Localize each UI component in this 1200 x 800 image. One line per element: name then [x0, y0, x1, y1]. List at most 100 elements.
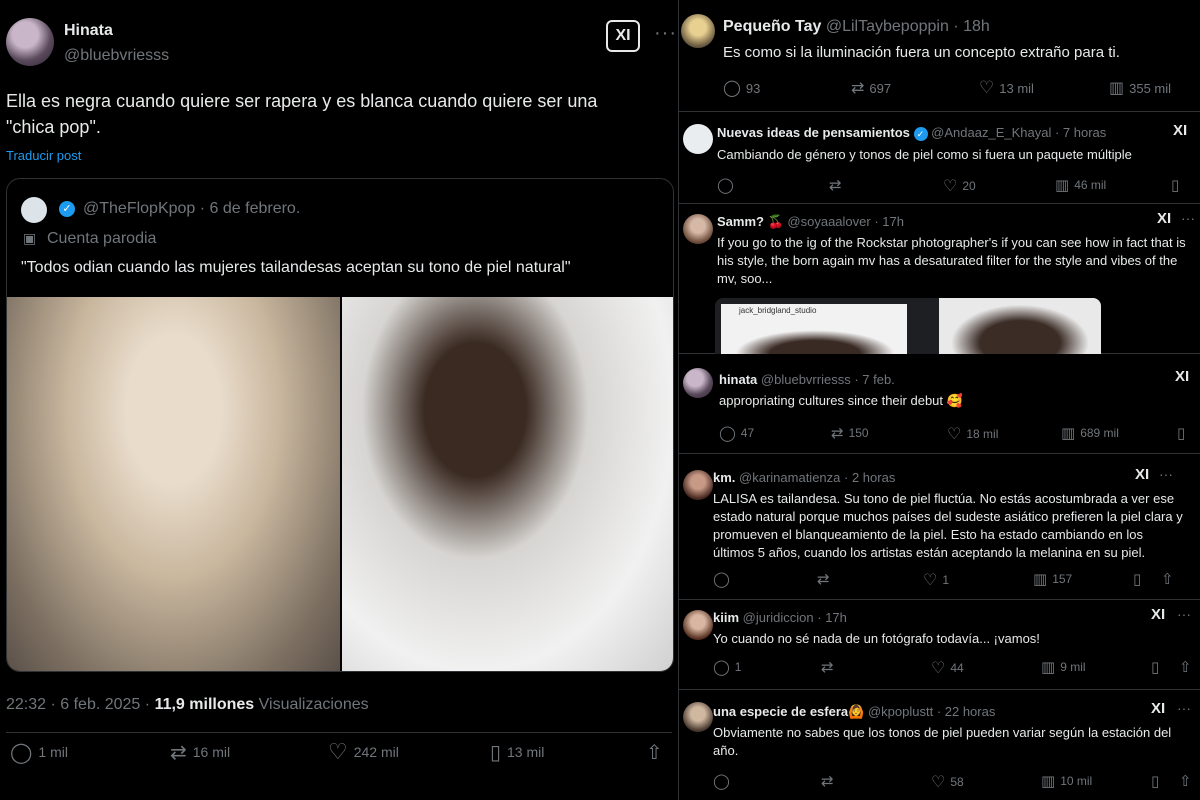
reply-author-name[interactable]: Pequeño Tay: [723, 18, 821, 35]
verified-badge-icon: ✓: [59, 201, 75, 217]
reply-author-name[interactable]: Nuevas ideas de pensamientos: [717, 125, 910, 140]
reply-button[interactable]: ◯ 93: [723, 78, 760, 98]
reply-avatar[interactable]: [683, 610, 713, 640]
repost-button[interactable]: ⇄: [821, 772, 839, 790]
reply-author-name[interactable]: hinata: [719, 372, 757, 387]
like-icon: ♡: [931, 660, 946, 677]
like-button[interactable]: ♡ 20: [943, 176, 976, 196]
reply-button[interactable]: ◯: [713, 772, 735, 790]
bookmark-button[interactable]: ▯ 13 mil: [490, 740, 544, 765]
reply-avatar[interactable]: [683, 214, 713, 244]
like-button[interactable]: ♡ 58: [931, 772, 964, 792]
reply-embed-image[interactable]: jack_bridgland_studio: [715, 298, 1101, 354]
reply-item[interactable]: hinata @bluebvrriesss · 7 feb. XI approp…: [679, 354, 1200, 454]
more-options-icon[interactable]: ···: [1177, 700, 1191, 716]
grok-icon[interactable]: XI: [1157, 210, 1171, 227]
share-button[interactable]: ⇧: [1179, 658, 1192, 676]
quoted-image-right[interactable]: [342, 297, 673, 671]
grok-icon[interactable]: XI: [1151, 606, 1165, 623]
reply-author-handle[interactable]: @juridiccion: [743, 610, 814, 625]
more-options-icon[interactable]: ···: [654, 22, 677, 45]
share-button[interactable]: ⇧: [646, 740, 663, 765]
bookmark-button[interactable]: ▯: [1151, 772, 1159, 790]
like-button[interactable]: ♡ 242 mil: [328, 739, 399, 765]
reply-item[interactable]: kiim @juridiccion · 17h XI ··· Yo cuando…: [679, 600, 1200, 690]
views-button[interactable]: ▥ 9 mil: [1041, 658, 1086, 676]
reply-text: Cambiando de género y tonos de piel como…: [717, 147, 1132, 162]
translate-link[interactable]: Traducir post: [6, 148, 81, 163]
reply-item[interactable]: una especie de esfera🙆 @kpoplustt · 22 h…: [679, 690, 1200, 800]
more-options-icon[interactable]: ···: [1181, 210, 1195, 226]
grok-icon[interactable]: XI: [1173, 122, 1187, 139]
views-button[interactable]: ▥ 10 mil: [1041, 772, 1092, 790]
bookmark-button[interactable]: ▯: [1133, 570, 1141, 588]
repost-button[interactable]: ⇄: [821, 658, 839, 676]
reply-button[interactable]: ◯: [713, 570, 735, 588]
views-icon: ▥: [1109, 80, 1125, 97]
reply-author-name[interactable]: una especie de esfera: [713, 704, 848, 719]
reply-icon: ◯: [713, 773, 730, 790]
grok-icon[interactable]: XI: [1175, 368, 1189, 385]
share-button[interactable]: ⇧: [1179, 772, 1192, 790]
quoted-image-left[interactable]: [7, 297, 340, 671]
repost-button[interactable]: ⇄: [829, 176, 847, 194]
reply-button[interactable]: ◯: [717, 176, 739, 194]
divider: [6, 732, 672, 733]
repost-button[interactable]: ⇄ 697: [851, 78, 891, 98]
reply-author-handle[interactable]: @bluebvrriesss: [761, 372, 851, 387]
reply-button[interactable]: ◯ 1 mil: [10, 740, 68, 765]
like-button[interactable]: ♡ 44: [931, 658, 964, 678]
like-icon: ♡: [328, 739, 348, 764]
reply-item[interactable]: Samm? 🍒 @soyaaalover · 17h XI ··· If you…: [679, 204, 1200, 354]
reply-button[interactable]: ◯ 47: [719, 424, 754, 442]
grok-icon[interactable]: XI: [1151, 700, 1165, 717]
author-handle[interactable]: @bluebvriesss: [64, 47, 169, 65]
reply-item[interactable]: Nuevas ideas de pensamientos ✓ @Andaaz_E…: [679, 112, 1200, 204]
reply-author-name[interactable]: kiim: [713, 610, 739, 625]
reply-avatar[interactable]: [683, 702, 713, 732]
views-button[interactable]: ▥ 157: [1033, 570, 1072, 588]
grok-icon[interactable]: XI: [606, 20, 640, 52]
like-button[interactable]: ♡ 18 mil: [947, 424, 998, 444]
more-options-icon[interactable]: ···: [1177, 606, 1191, 622]
reply-author-handle[interactable]: @Andaaz_E_Khayal: [931, 125, 1051, 140]
author-avatar[interactable]: [6, 18, 54, 66]
reply-author-handle[interactable]: @soyaaalover: [787, 214, 870, 229]
main-tweet-panel: Hinata @bluebvriesss XI ··· Ella es negr…: [0, 0, 678, 800]
reply-avatar[interactable]: [683, 124, 713, 154]
views-button[interactable]: ▥ 46 mil: [1055, 176, 1106, 194]
reply-item[interactable]: km. @karinamatienza · 2 horas XI ··· LAL…: [679, 454, 1200, 600]
reply-item[interactable]: Pequeño Tay @LilTaybepoppin · 18h Es com…: [679, 0, 1200, 112]
views-button[interactable]: ▥ 689 mil: [1061, 424, 1119, 442]
share-button[interactable]: ⇧: [1161, 570, 1174, 588]
views-button[interactable]: ▥ 355 mil: [1109, 78, 1171, 98]
author-name[interactable]: Hinata: [64, 22, 113, 40]
reply-avatar[interactable]: [681, 14, 715, 48]
reply-avatar[interactable]: [683, 368, 713, 398]
reply-time: · 18h: [953, 18, 990, 35]
bookmark-button[interactable]: ▯: [1177, 424, 1185, 442]
bookmark-button[interactable]: ▯: [1171, 176, 1179, 194]
like-button[interactable]: ♡ 1: [923, 570, 949, 590]
grok-icon[interactable]: XI: [1135, 466, 1149, 483]
reply-author-name[interactable]: km.: [713, 470, 735, 485]
like-icon: ♡: [947, 426, 962, 443]
repost-button[interactable]: ⇄ 150: [831, 424, 869, 442]
quoted-tweet[interactable]: ✓ @TheFlopKpop · 6 de febrero. ▣ Cuenta …: [6, 178, 674, 672]
like-icon: ♡: [923, 572, 938, 589]
reply-author-handle[interactable]: @karinamatienza: [739, 470, 840, 485]
reply-author-name[interactable]: Samm?: [717, 214, 764, 229]
reply-button[interactable]: ◯ 1: [713, 658, 741, 676]
more-options-icon[interactable]: ···: [1159, 466, 1173, 482]
reply-avatar[interactable]: [683, 470, 713, 500]
bookmark-button[interactable]: ▯: [1151, 658, 1159, 676]
quoted-text: "Todos odian cuando las mujeres tailande…: [21, 259, 571, 276]
like-button[interactable]: ♡ 13 mil: [979, 78, 1034, 98]
reply-author-handle[interactable]: @LilTaybepoppin: [826, 18, 949, 35]
reply-icon: ◯: [713, 659, 730, 676]
repost-button[interactable]: ⇄: [817, 570, 835, 588]
reply-author-emoji: 🍒: [767, 214, 784, 229]
repost-button[interactable]: ⇄ 16 mil: [170, 740, 230, 765]
reply-icon: ◯: [717, 177, 734, 194]
reply-author-handle[interactable]: @kpoplustt: [868, 704, 933, 719]
